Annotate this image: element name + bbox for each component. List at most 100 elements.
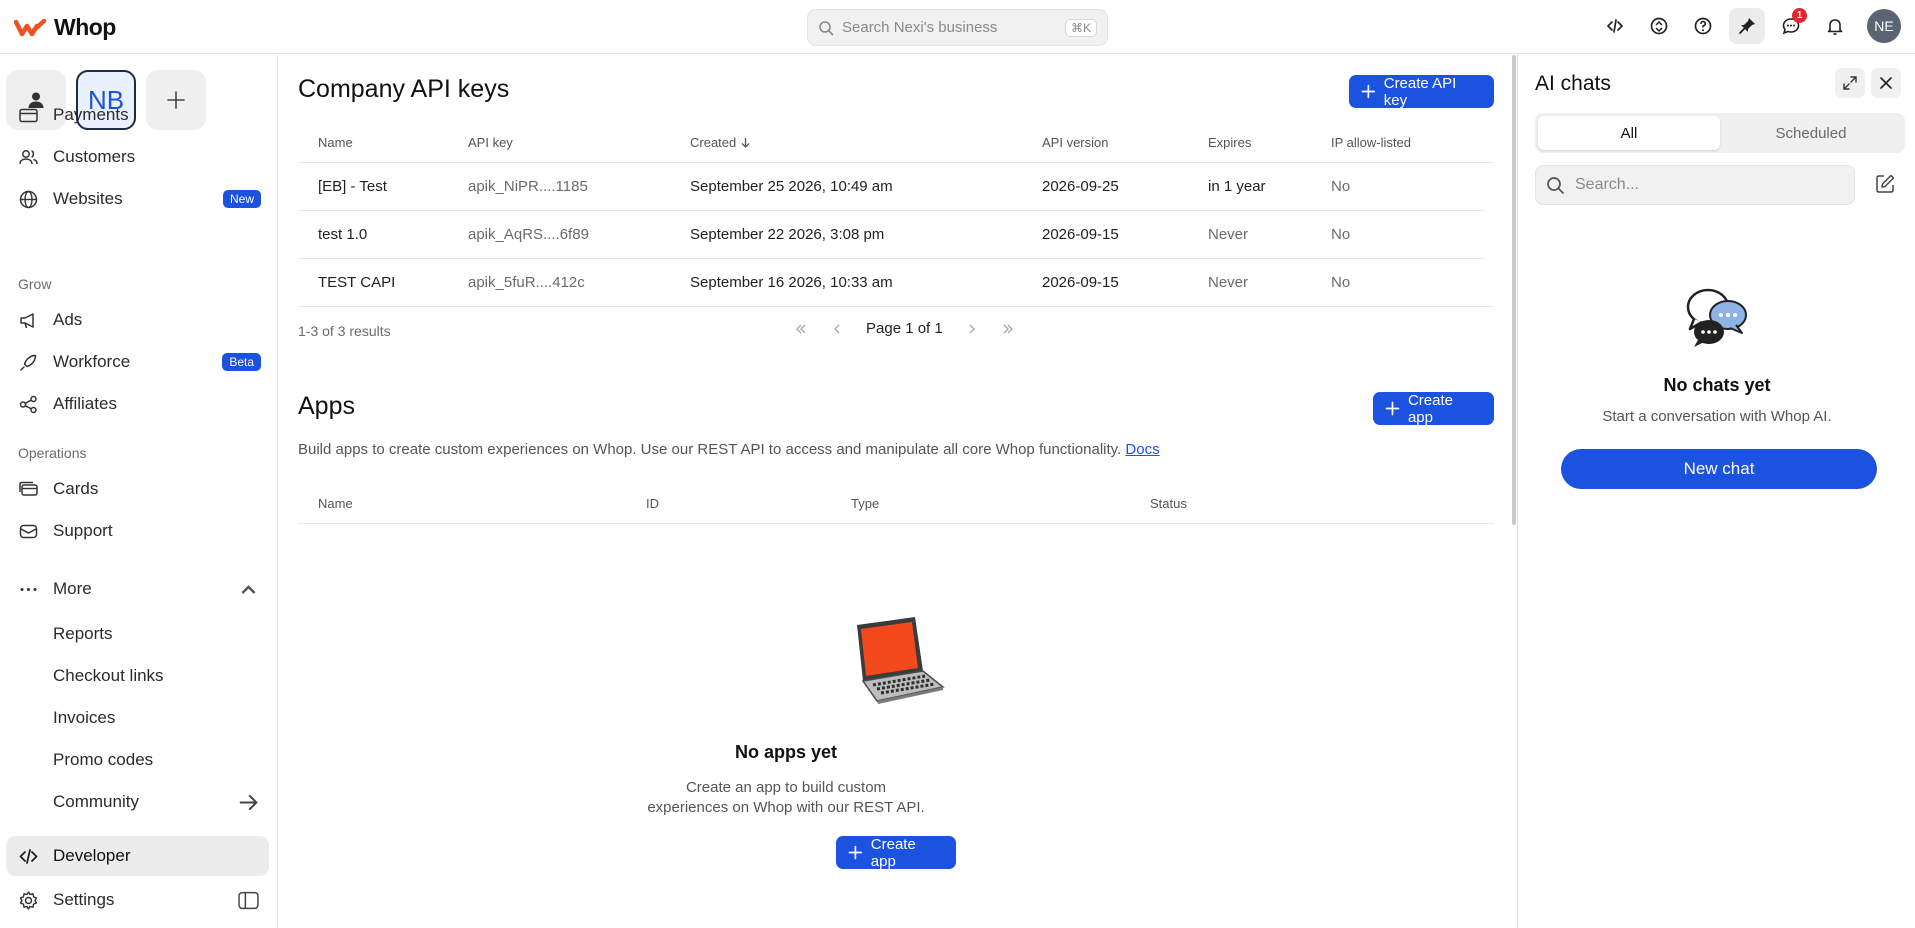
col-header-created[interactable]: Created: [690, 135, 751, 150]
sidebar-item-label: Developer: [53, 846, 131, 865]
whop-logo-icon: [14, 18, 47, 36]
section-label-operations: Operations: [18, 445, 87, 461]
gear-icon: [19, 890, 38, 910]
sidebar-item-promo-codes[interactable]: Promo codes: [6, 740, 269, 780]
apps-description: Build apps to create custom experiences …: [298, 441, 1160, 458]
first-page-icon[interactable]: [794, 322, 808, 336]
results-count: 1-3 of 3 results: [298, 323, 391, 339]
sidebar-more-toggle[interactable]: More: [6, 569, 269, 609]
no-apps-subtitle: Create an app to build custom experience…: [636, 778, 936, 818]
whop-logo[interactable]: Whop: [14, 14, 116, 41]
chat-search-input[interactable]: Search...: [1535, 165, 1855, 205]
sidebar-item-label: Affiliates: [53, 394, 117, 413]
cell-created: September 22 2026, 3:08 pm: [690, 226, 885, 243]
chat-bubbles-illustration: [1686, 288, 1747, 347]
sidebar-item-cards[interactable]: Cards: [6, 469, 269, 509]
page-indicator: Page 1 of 1: [866, 320, 943, 337]
section-label-grow: Grow: [18, 276, 52, 292]
create-api-key-label: Create API key: [1383, 74, 1457, 109]
sidebar-collapse-icon[interactable]: [238, 890, 259, 911]
pagination: Page 1 of 1: [794, 320, 1015, 337]
tab-scheduled[interactable]: Scheduled: [1720, 116, 1902, 150]
create-app-header-button[interactable]: Create app: [1373, 391, 1494, 426]
ai-chats-title: AI chats: [1535, 72, 1611, 95]
cell-created: September 16 2026, 10:33 am: [690, 274, 893, 291]
apps-description-text: Build apps to create custom experiences …: [298, 441, 1122, 458]
sidebar-item-invoices[interactable]: Invoices: [6, 698, 269, 738]
create-api-key-button[interactable]: Create API key: [1349, 74, 1494, 109]
more-dots-icon: [20, 587, 37, 591]
create-app-empty-label: Create app: [870, 835, 916, 870]
sidebar-item-support[interactable]: Support: [6, 511, 269, 551]
cell-name: [EB] - Test: [318, 178, 387, 195]
sidebar-item-affiliates[interactable]: Affiliates: [6, 384, 269, 424]
card-icon: [19, 108, 38, 122]
sidebar: NB Payments Customers Websites New Grow …: [0, 55, 278, 928]
cell-expires: Never: [1208, 274, 1249, 291]
compose-icon[interactable]: [1874, 173, 1896, 195]
code-icon[interactable]: [1597, 8, 1633, 44]
search-icon: [819, 20, 834, 35]
sidebar-item-customers[interactable]: Customers: [6, 137, 269, 177]
col-header-created-label: Created: [690, 135, 737, 150]
sidebar-item-label: Websites: [53, 189, 123, 208]
sidebar-item-payments[interactable]: Payments: [6, 95, 269, 135]
create-app-label: Create app: [1407, 391, 1453, 426]
sidebar-item-label: Workforce: [53, 352, 131, 371]
sidebar-item-workforce[interactable]: Workforce Beta: [6, 342, 269, 382]
sidebar-item-community[interactable]: Community: [6, 782, 269, 822]
sidebar-item-label: Reports: [53, 624, 113, 643]
next-page-icon[interactable]: [965, 322, 979, 336]
sidebar-item-developer[interactable]: Developer: [6, 836, 269, 876]
docs-link[interactable]: Docs: [1125, 441, 1159, 458]
cards-icon: [19, 481, 38, 496]
new-chat-button[interactable]: New chat: [1561, 449, 1877, 489]
apps-title: Apps: [298, 392, 355, 420]
sidebar-item-reports[interactable]: Reports: [6, 614, 269, 654]
global-search[interactable]: Search Nexi's business ⌘K: [807, 9, 1108, 46]
divider: [298, 258, 1484, 259]
sidebar-item-label: Customers: [53, 147, 136, 166]
divider: [298, 523, 1494, 524]
prev-page-icon[interactable]: [830, 322, 844, 336]
create-app-empty-button[interactable]: Create app: [836, 835, 956, 870]
cell-api-key: apik_NiPR....1185: [468, 178, 588, 195]
messages-icon[interactable]: 1: [1773, 8, 1809, 44]
sidebar-item-label: More: [53, 579, 92, 598]
sidebar-item-label: Support: [53, 521, 113, 540]
pin-icon[interactable]: [1729, 8, 1765, 44]
no-apps-subtitle-line-2: experiences on Whop with our REST API.: [647, 799, 925, 816]
users-icon: [19, 149, 38, 164]
close-icon: [1880, 77, 1892, 89]
cell-name: test 1.0: [318, 226, 368, 243]
cell-ip-allow-listed: No: [1331, 178, 1351, 195]
cell-created: September 25 2026, 10:49 am: [690, 178, 893, 195]
sidebar-item-label: Settings: [53, 890, 115, 909]
cell-api-key: apik_5fuR....412c: [468, 274, 585, 291]
bell-icon[interactable]: [1817, 8, 1853, 44]
tab-all[interactable]: All: [1538, 116, 1720, 150]
search-shortcut: ⌘K: [1064, 18, 1097, 37]
search-placeholder: Search Nexi's business: [842, 19, 998, 36]
sidebar-item-ads[interactable]: Ads: [6, 300, 269, 340]
notification-badge: 1: [1792, 8, 1807, 23]
sidebar-item-checkout-links[interactable]: Checkout links: [6, 656, 269, 696]
no-chats-title: No chats yet: [1663, 375, 1771, 395]
sidebar-item-label: Cards: [53, 479, 99, 498]
main-scrollbar[interactable]: [1512, 55, 1516, 525]
no-chats-subtitle: Start a conversation with Whop AI.: [1602, 408, 1832, 425]
sidebar-item-label: Promo codes: [53, 750, 154, 769]
cell-name: TEST CAPI: [318, 274, 396, 291]
top-actions: 1 NE: [1597, 8, 1901, 44]
cell-api-version: 2026-09-25: [1042, 178, 1119, 195]
help-icon[interactable]: [1685, 8, 1721, 44]
last-page-icon[interactable]: [1001, 322, 1015, 336]
expand-button[interactable]: [1835, 68, 1865, 98]
close-panel-button[interactable]: [1871, 68, 1901, 98]
sidebar-item-websites[interactable]: Websites New: [6, 179, 269, 219]
col-header-status: Status: [1150, 496, 1187, 511]
user-avatar[interactable]: NE: [1867, 9, 1901, 43]
divider: [298, 210, 1484, 211]
ai-chat-icon[interactable]: [1641, 8, 1677, 44]
sidebar-item-settings[interactable]: Settings: [6, 880, 269, 920]
